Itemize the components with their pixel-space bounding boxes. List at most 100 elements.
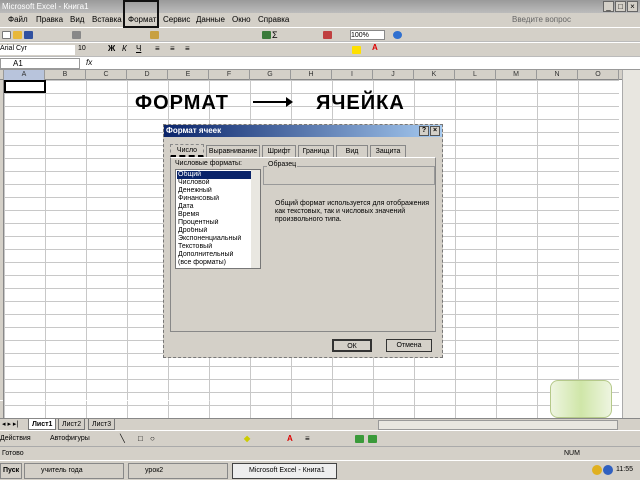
column-header-D[interactable]: D (127, 70, 168, 80)
maximize-button[interactable]: □ (615, 1, 626, 12)
column-header-L[interactable]: L (455, 70, 496, 80)
column-header-C[interactable]: C (86, 70, 127, 80)
horizontal-scrollbar[interactable] (378, 420, 618, 430)
taskbar-item-excel[interactable]: Microsoft Excel - Книга1 (232, 463, 337, 479)
column-header-E[interactable]: E (168, 70, 209, 80)
tray-network-icon[interactable] (603, 465, 613, 475)
column-header-A[interactable]: A (4, 70, 45, 80)
italic-button[interactable]: К (122, 44, 127, 53)
menu-edit[interactable]: Правка (36, 13, 63, 27)
line-style-icon[interactable]: ≡ (305, 431, 310, 446)
category-item[interactable]: (все форматы) (177, 259, 251, 267)
sheet-tab-1[interactable]: Лист1 (28, 419, 57, 430)
ok-button[interactable]: ОК (332, 339, 372, 352)
zoom-select[interactable]: 100% (350, 30, 385, 40)
open-icon[interactable] (13, 31, 22, 39)
font-select[interactable]: Arial Cyr (0, 45, 75, 55)
line-icon[interactable]: ╲ (120, 431, 125, 446)
bold-button[interactable]: Ж (108, 44, 115, 53)
category-item[interactable]: Экспоненциальный (177, 235, 251, 243)
column-header-M[interactable]: M (496, 70, 537, 80)
tab-font[interactable]: Шрифт (262, 145, 296, 157)
taskbar-item-presentation[interactable]: учитель года (24, 463, 124, 479)
sheet-nav-icon[interactable]: ◂ ▸ ▸| (2, 420, 18, 428)
category-item[interactable]: Денежный (177, 187, 251, 195)
cancel-button[interactable]: Отмена (386, 339, 432, 352)
standard-toolbar: Σ 100% (0, 28, 640, 42)
taskbar-item-folder[interactable]: урок2 (128, 463, 228, 479)
category-item[interactable]: Процентный (177, 219, 251, 227)
font-color-draw-icon[interactable]: A (287, 431, 293, 446)
menu-view[interactable]: Вид (70, 13, 84, 27)
formula-input[interactable] (100, 58, 620, 69)
column-header-F[interactable]: F (209, 70, 250, 80)
autosum-icon[interactable]: Σ (272, 30, 278, 40)
category-item[interactable]: Дробный (177, 227, 251, 235)
align-left-icon[interactable]: ≡ (155, 44, 160, 53)
vertical-scrollbar[interactable] (622, 70, 640, 420)
name-box[interactable]: A1 (0, 58, 80, 69)
tab-protection[interactable]: Защита (370, 145, 406, 157)
category-item[interactable]: Текстовый (177, 243, 251, 251)
column-header-B[interactable]: B (45, 70, 86, 80)
3d-icon[interactable] (368, 435, 377, 443)
menu-help[interactable]: Справка (258, 13, 289, 27)
draw-menu[interactable]: Действия (0, 431, 31, 446)
category-list[interactable]: Общий Числовой Денежный Финансовый Дата Время… (175, 169, 261, 269)
rectangle-icon[interactable]: □ (138, 431, 143, 446)
menu-window[interactable]: Окно (232, 13, 251, 27)
menu-data[interactable]: Данные (196, 13, 225, 27)
align-center-icon[interactable]: ≡ (170, 44, 175, 53)
paste-icon[interactable] (150, 31, 159, 39)
num-lock-indicator: NUM (564, 450, 580, 457)
column-header-G[interactable]: G (250, 70, 291, 80)
font-color-icon[interactable]: A (372, 43, 378, 52)
category-item[interactable]: Финансовый (177, 195, 251, 203)
minimize-button[interactable]: _ (603, 1, 614, 12)
help-search-input[interactable]: Введите вопрос (512, 13, 571, 27)
sheet-tab-3[interactable]: Лист3 (88, 419, 116, 430)
underline-button[interactable]: Ч (136, 44, 141, 53)
menu-file[interactable]: Файл (8, 13, 28, 27)
tray-icon[interactable] (592, 465, 602, 475)
category-item[interactable]: Дата (177, 203, 251, 211)
tab-number[interactable]: Число (170, 144, 204, 158)
help-icon[interactable] (393, 31, 402, 39)
category-item[interactable]: Числовой (177, 179, 251, 187)
shadow-icon[interactable] (355, 435, 364, 443)
print-icon[interactable] (72, 31, 81, 39)
close-button[interactable]: × (627, 1, 638, 12)
category-list-scrollbar[interactable] (251, 170, 260, 268)
category-item[interactable]: Время (177, 211, 251, 219)
tab-view[interactable]: Вид (336, 145, 368, 157)
column-header-K[interactable]: K (414, 70, 455, 80)
tab-border[interactable]: Граница (298, 145, 334, 157)
menu-insert[interactable]: Вставка (92, 13, 122, 27)
dialog-help-button[interactable]: ? (419, 126, 429, 136)
start-button[interactable]: Пуск (0, 463, 22, 479)
tab-alignment[interactable]: Выравнивание (206, 145, 260, 157)
chart-wizard-icon[interactable] (323, 31, 332, 39)
fill-color-icon[interactable] (352, 46, 361, 54)
align-right-icon[interactable]: ≡ (185, 44, 190, 53)
category-item[interactable]: Дополнительный (177, 251, 251, 259)
column-header-I[interactable]: I (332, 70, 373, 80)
font-size-select[interactable]: 10 (78, 45, 86, 52)
column-header-N[interactable]: N (537, 70, 578, 80)
oval-icon[interactable]: ○ (150, 431, 155, 446)
menu-tools[interactable]: Сервис (163, 13, 190, 27)
column-header-H[interactable]: H (291, 70, 332, 80)
column-header-O[interactable]: O (578, 70, 619, 80)
hyperlink-icon[interactable] (262, 31, 271, 39)
active-cell[interactable] (4, 80, 46, 93)
new-icon[interactable] (2, 31, 11, 39)
fill-color-draw-icon[interactable]: ◆ (244, 431, 250, 446)
column-header-J[interactable]: J (373, 70, 414, 80)
fx-icon[interactable]: fx (86, 58, 92, 67)
annotation-cell: ЯЧЕЙКА (316, 92, 405, 114)
autoshapes-menu[interactable]: Автофигуры (50, 431, 90, 446)
sheet-tab-2[interactable]: Лист2 (58, 419, 86, 430)
save-icon[interactable] (24, 31, 33, 39)
dialog-close-button[interactable]: × (430, 126, 440, 136)
category-item[interactable]: Общий (177, 171, 251, 179)
